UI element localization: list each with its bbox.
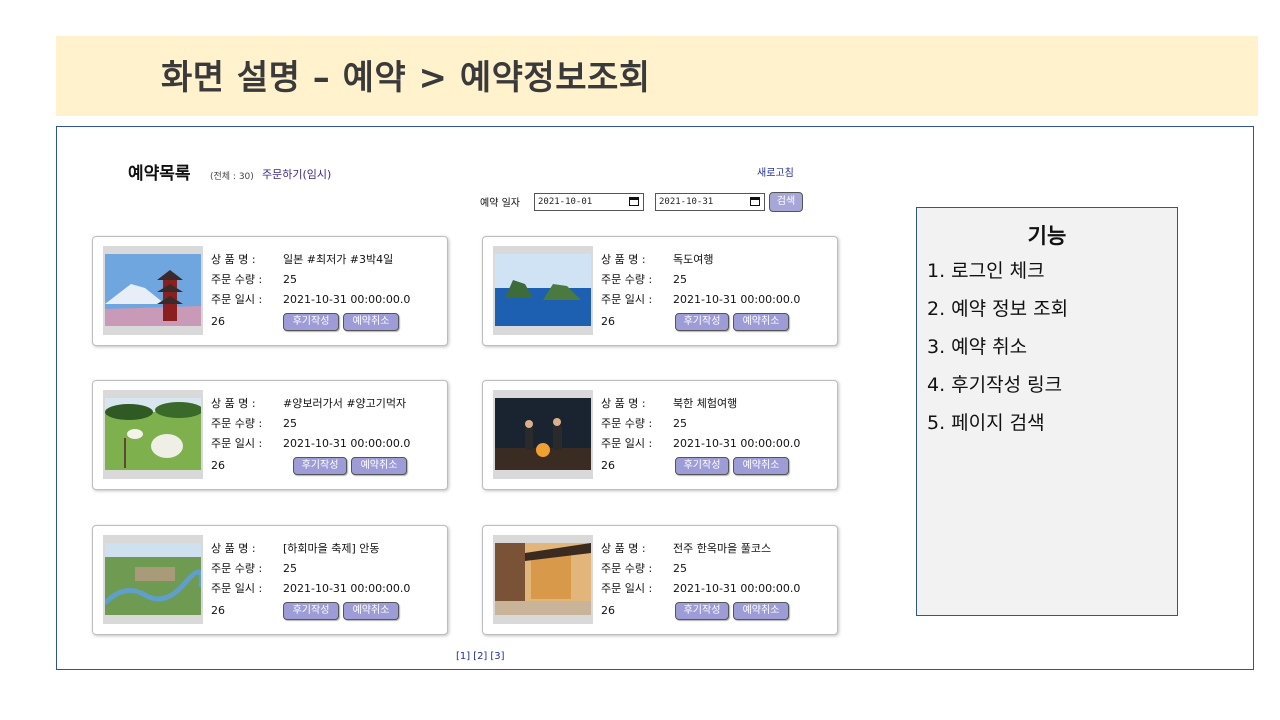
product-row: 상 품 명 : [하회마을 축제] 안동	[211, 542, 380, 555]
reservation-card: 상 품 명 : 북한 체험여행 주문 수량 :25 주문 일시 :2021-10-…	[482, 380, 838, 490]
product-name: [하회마을 축제] 안동	[283, 542, 380, 555]
quantity-row: 주문 수량 :25	[211, 417, 297, 430]
calendar-icon[interactable]	[629, 197, 639, 206]
cancel-reservation-button[interactable]: 예약취소	[343, 602, 399, 620]
product-name: 독도여행	[673, 253, 714, 266]
date-row: 주문 일시 :2021-10-31 00:00:00.0	[601, 582, 801, 595]
end-date-value: 2021-10-31	[659, 197, 714, 207]
item-number: 26	[211, 459, 225, 472]
product-row: 상 품 명 : 일본 #최저가 #3박4일	[211, 253, 394, 266]
order-date: 2021-10-31 00:00:00.0	[673, 582, 801, 595]
feature-item: 1. 로그인 체크	[927, 260, 1045, 282]
write-review-button[interactable]: 후기작성	[283, 313, 339, 331]
feature-item: 4. 후기작성 링크	[927, 374, 1063, 396]
page-link-3[interactable]: [3]	[490, 651, 504, 662]
order-date: 2021-10-31 00:00:00.0	[283, 437, 411, 450]
feature-panel: 기능 1. 로그인 체크 2. 예약 정보 조회 3. 예약 취소 4. 후기작…	[916, 207, 1178, 616]
quantity-value: 25	[283, 417, 297, 430]
japan-pagoda-photo	[103, 246, 203, 335]
date-range-label: 예약 일자	[480, 198, 520, 209]
quantity-value: 25	[283, 562, 297, 575]
slide-header-banner: 화면 설명 – 예약 > 예약정보조회	[56, 36, 1258, 116]
write-review-button[interactable]: 후기작성	[283, 602, 339, 620]
feature-item: 2. 예약 정보 조회	[927, 298, 1069, 320]
date-row: 주문 일시 :2021-10-31 00:00:00.0	[601, 437, 801, 450]
product-row: 상 품 명 : 전주 한옥마을 풀코스	[601, 542, 772, 555]
write-review-button[interactable]: 후기작성	[293, 457, 347, 475]
page-link-1[interactable]: [1]	[456, 651, 470, 662]
product-row: 상 품 명 : 북한 체험여행	[601, 397, 738, 410]
reservation-card: 상 품 명 : 전주 한옥마을 풀코스 주문 수량 :25 주문 일시 :2021…	[482, 525, 838, 635]
quantity-value: 25	[673, 417, 687, 430]
feature-item: 3. 예약 취소	[927, 336, 1028, 358]
search-button[interactable]: 검색	[769, 192, 803, 212]
cancel-reservation-button[interactable]: 예약취소	[733, 313, 789, 331]
start-date-value: 2021-10-01	[538, 197, 593, 207]
quantity-value: 25	[283, 273, 297, 286]
product-row: 상 품 명 : 독도여행	[601, 253, 714, 266]
quantity-row: 주문 수량 :25	[601, 417, 687, 430]
date-row: 주문 일시 :2021-10-31 00:00:00.0	[601, 293, 801, 306]
total-count: (전체 : 30)	[210, 172, 254, 182]
item-number: 26	[601, 459, 615, 472]
date-row: 주문 일시 :2021-10-31 00:00:00.0	[211, 437, 411, 450]
cancel-reservation-button[interactable]: 예약취소	[733, 602, 789, 620]
write-review-button[interactable]: 후기작성	[675, 602, 729, 620]
hanok-street-photo	[493, 535, 593, 624]
date-row: 주문 일시 :2021-10-31 00:00:00.0	[211, 293, 411, 306]
reservation-card: 상 품 명 : [하회마을 축제] 안동 주문 수량 :25 주문 일시 :202…	[92, 525, 448, 635]
quantity-value: 25	[673, 273, 687, 286]
product-row: 상 품 명 : #양보러가서 #양고기먹자	[211, 397, 407, 410]
cancel-reservation-button[interactable]: 예약취소	[343, 313, 399, 331]
order-link[interactable]: 주문하기(임시)	[262, 166, 331, 182]
item-number: 26	[211, 315, 225, 328]
night-campfire-photo	[493, 390, 593, 479]
refresh-link[interactable]: 새로고침	[757, 164, 794, 179]
item-number: 26	[601, 604, 615, 617]
pagination: [1] [2] [3]	[456, 651, 508, 662]
reservation-card: 상 품 명 : 일본 #최저가 #3박4일 주문 수량 :25 주문 일시 :20…	[92, 236, 448, 346]
quantity-value: 25	[673, 562, 687, 575]
product-name: 북한 체험여행	[673, 397, 738, 410]
date-row: 주문 일시 :2021-10-31 00:00:00.0	[211, 582, 411, 595]
end-date-input[interactable]: 2021-10-31	[655, 193, 765, 211]
feature-item: 5. 페이지 검색	[927, 412, 1045, 434]
dokdo-island-photo	[493, 246, 593, 335]
reservation-card: 상 품 명 : 독도여행 주문 수량 :25 주문 일시 :2021-10-31 …	[482, 236, 838, 346]
start-date-input[interactable]: 2021-10-01	[534, 193, 644, 211]
reservation-card: 상 품 명 : #양보러가서 #양고기먹자 주문 수량 :25 주문 일시 :20…	[92, 380, 448, 490]
product-name: #양보러가서 #양고기먹자	[283, 397, 407, 410]
sheep-farm-photo	[103, 390, 203, 479]
order-date: 2021-10-31 00:00:00.0	[283, 293, 411, 306]
order-date: 2021-10-31 00:00:00.0	[673, 293, 801, 306]
order-date: 2021-10-31 00:00:00.0	[283, 582, 411, 595]
page-title: 예약목록	[128, 164, 191, 184]
quantity-row: 주문 수량 :25	[211, 273, 297, 286]
quantity-row: 주문 수량 :25	[601, 273, 687, 286]
item-number: 26	[211, 604, 225, 617]
write-review-button[interactable]: 후기작성	[675, 313, 729, 331]
product-name: 일본 #최저가 #3박4일	[283, 253, 394, 266]
cancel-reservation-button[interactable]: 예약취소	[733, 457, 789, 475]
cancel-reservation-button[interactable]: 예약취소	[351, 457, 407, 475]
quantity-row: 주문 수량 :25	[601, 562, 687, 575]
product-name: 전주 한옥마을 풀코스	[673, 542, 772, 555]
order-date: 2021-10-31 00:00:00.0	[673, 437, 801, 450]
slide-title: 화면 설명 – 예약 > 예약정보조회	[161, 58, 651, 98]
page-link-2[interactable]: [2]	[473, 651, 487, 662]
quantity-row: 주문 수량 :25	[211, 562, 297, 575]
item-number: 26	[601, 315, 615, 328]
write-review-button[interactable]: 후기작성	[675, 457, 729, 475]
calendar-icon[interactable]	[750, 197, 760, 206]
feature-title: 기능	[1027, 224, 1067, 248]
hahoe-village-photo	[103, 535, 203, 624]
